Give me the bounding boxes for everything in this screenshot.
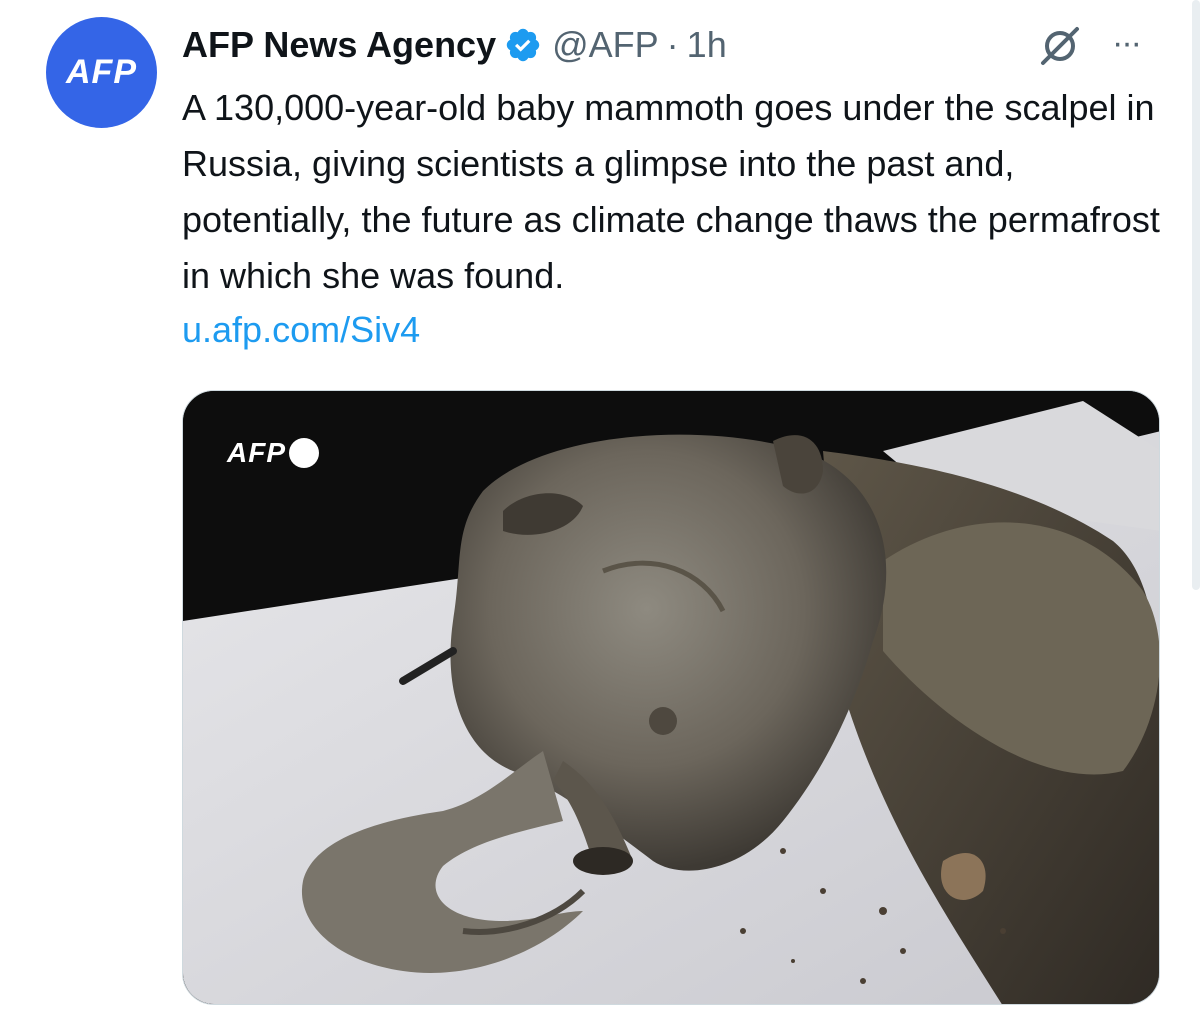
mammoth-photo-illustration — [183, 391, 1159, 1004]
timestamp[interactable]: 1h — [687, 24, 727, 66]
separator: · — [666, 24, 679, 65]
scrollbar-thumb[interactable] — [1192, 0, 1200, 590]
afp-watermark: AFP — [227, 437, 319, 469]
avatar[interactable]: AFP — [46, 17, 157, 128]
display-name[interactable]: AFP News Agency — [182, 24, 496, 66]
scrollbar-track[interactable] — [1190, 0, 1200, 590]
avatar-logo-text: AFP — [66, 53, 137, 91]
tweet-link[interactable]: u.afp.com/Siv4 — [182, 302, 420, 358]
verified-badge-icon — [506, 28, 540, 62]
watermark-text: AFP — [227, 437, 286, 468]
tweet-photo[interactable]: AFP — [182, 390, 1160, 1005]
handle[interactable]: @AFP — [552, 24, 659, 66]
tweet-text: A 130,000-year-old baby mammoth goes und… — [182, 87, 1160, 296]
watermark-dot — [289, 438, 319, 468]
tweet-header: AFP News Agency @AFP · 1h — [182, 22, 727, 68]
more-icon[interactable]: ··· — [1112, 26, 1142, 60]
grok-icon[interactable] — [1038, 24, 1082, 68]
